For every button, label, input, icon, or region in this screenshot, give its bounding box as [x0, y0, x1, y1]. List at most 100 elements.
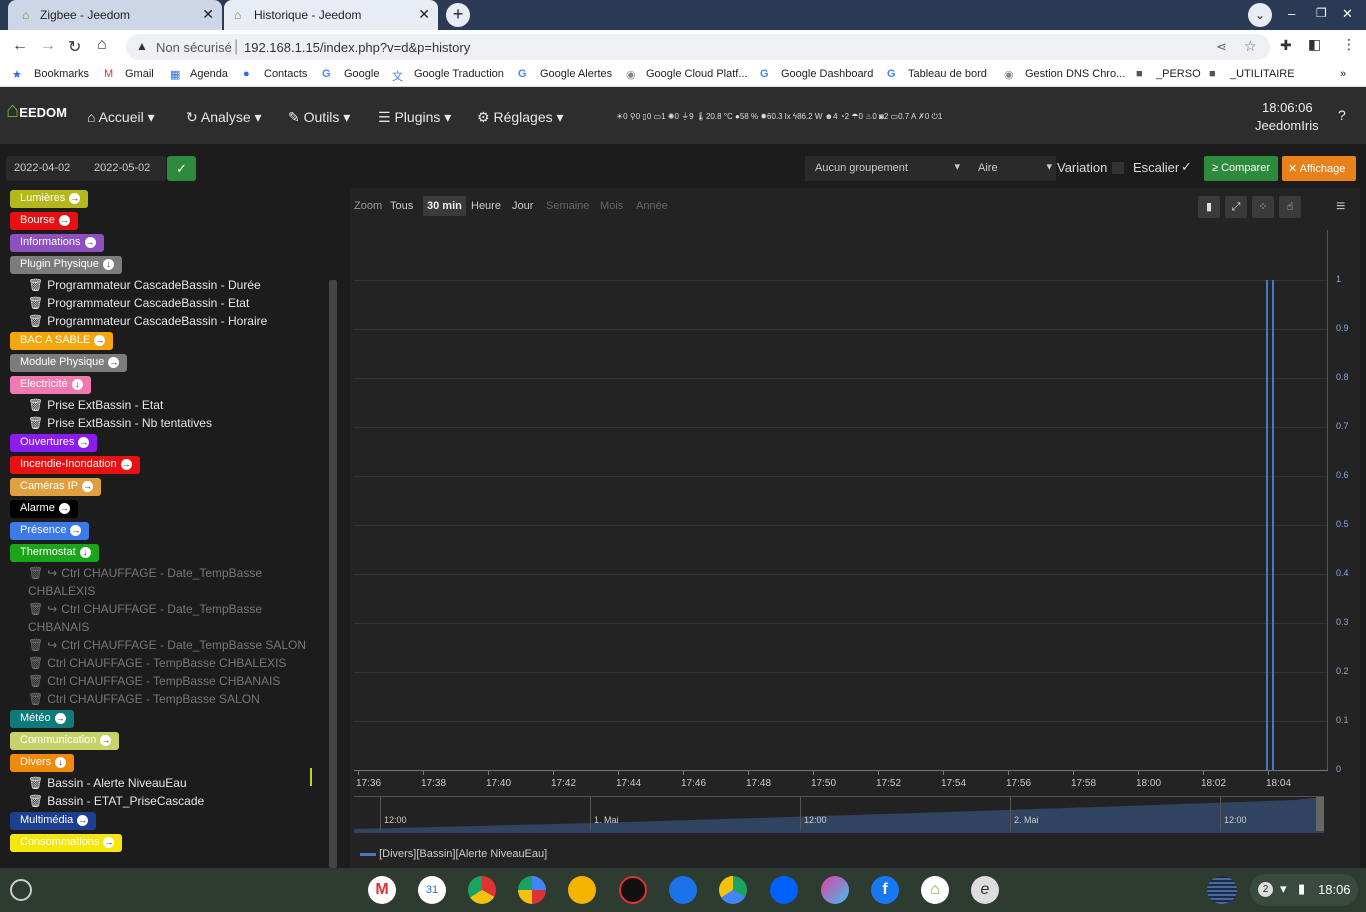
expand-icon[interactable]: ⤢ — [1225, 196, 1247, 218]
chart-type-select[interactable]: Aire ▾ — [968, 156, 1056, 181]
sidebar-command-item[interactable]: 🗑 Programmateur CascadeBassin - Durée — [28, 278, 261, 292]
chart-menu-icon[interactable]: ≡ — [1336, 198, 1345, 216]
zoom-month-button[interactable]: Mois — [600, 200, 623, 212]
sidebar-command-item[interactable]: 🗑 Ctrl CHAUFFAGE - TempBasse CHBALEXIS — [28, 656, 286, 670]
sidebar-group-button[interactable]: Divers ↓ — [10, 754, 75, 772]
sidebar-command-item[interactable]: 🗑 Ctrl CHAUFFAGE - TempBasse SALON — [28, 692, 260, 706]
navigator-handle[interactable] — [1316, 797, 1324, 831]
menu-analyse[interactable]: ↻ Analyse ▾ — [186, 109, 262, 126]
bookmark-item[interactable]: Tableau de bord — [908, 68, 987, 80]
date-start-input[interactable]: 2022-04-02 — [14, 162, 70, 174]
sidebar-command-item[interactable]: 🗑 ↪ Ctrl CHAUFFAGE - Date_TempBasse — [28, 566, 262, 580]
share-icon[interactable]: ⋖ — [1216, 39, 1227, 55]
sidebar-scrollbar[interactable] — [329, 280, 337, 868]
trash-icon[interactable]: 🗑 — [28, 314, 43, 328]
chrome-icon[interactable] — [468, 876, 496, 904]
bookmark-folder[interactable]: _UTILITAIRE — [1230, 68, 1295, 80]
reload-icon[interactable]: ↻ — [68, 37, 81, 57]
close-window-icon[interactable]: ✕ — [1342, 6, 1353, 22]
more-bookmarks-icon[interactable]: » — [1340, 68, 1346, 80]
sidebar-command-item[interactable]: 🗑 Bassin - ETAT_PriseCascade — [28, 794, 204, 808]
jeedom-logo[interactable]: ⌂EEDOM — [6, 97, 67, 123]
tab-search-icon[interactable]: ⌄ — [1248, 3, 1272, 27]
keep-icon[interactable] — [568, 876, 596, 904]
zoom-week-button[interactable]: Semaine — [546, 200, 589, 212]
trash-icon[interactable]: 🗑 — [28, 416, 43, 430]
browser-tab[interactable]: ⌂ Zigbee - Jeedom ✕ — [8, 0, 222, 30]
drive-icon[interactable] — [719, 876, 747, 904]
url-text[interactable]: 192.168.1.15/index.php?v=d&p=history — [244, 40, 470, 55]
sidebar-command-item[interactable]: 🗑 Bassin - Alerte NiveauEau — [28, 776, 187, 790]
legend-item[interactable]: [Divers][Bassin][Alerte NiveauEau] — [360, 848, 547, 860]
zoom-hour-button[interactable]: Heure — [471, 200, 501, 212]
help-icon[interactable]: ? — [1338, 107, 1346, 123]
sidebar-group-button[interactable]: Informations → — [10, 234, 104, 252]
side-panel-icon[interactable]: ◧ — [1308, 36, 1321, 53]
app-e-icon[interactable]: e — [971, 876, 999, 904]
sidebar-group-button[interactable]: Incendie-Inondation → — [10, 456, 140, 474]
status-summary[interactable]: ☀0 ⚲0 ▯0 ▭1 ✺0 ⏚9 🌡20.8 °C ●58 % ✹60.3 l… — [616, 111, 942, 122]
split-icon[interactable]: ▮ — [1198, 196, 1220, 218]
new-tab-button[interactable]: + — [446, 3, 470, 27]
sidebar-command-item[interactable]: 🗑 Prise ExtBassin - Etat — [28, 398, 163, 412]
user-name[interactable]: JeedomIris — [1255, 118, 1319, 133]
address-bar[interactable]: ▲ Non sécurisé | 192.168.1.15/index.php?… — [126, 34, 1270, 60]
sidebar-group-button[interactable]: Présence → — [10, 522, 90, 540]
system-tray[interactable]: 2 ▾ ▮ 18:06 — [1250, 874, 1358, 906]
bookmark-star-icon[interactable]: ☆ — [1244, 38, 1257, 55]
trash-icon[interactable]: 🗑 — [28, 398, 43, 412]
bookmark-item[interactable]: Google Dashboard — [781, 68, 873, 80]
trash-icon[interactable]: 🗑 — [28, 674, 43, 688]
sidebar-group-button[interactable]: Caméras IP → — [10, 478, 102, 496]
close-tab-icon[interactable]: ✕ — [202, 6, 214, 23]
minimize-icon[interactable]: – — [1288, 6, 1295, 21]
sidebar-group-button[interactable]: Thermostat ↓ — [10, 544, 99, 562]
forward-icon[interactable]: → — [40, 37, 56, 55]
trash-icon[interactable]: 🗑 — [28, 794, 43, 808]
facebook-icon[interactable]: f — [871, 876, 899, 904]
sidebar-command-item[interactable]: 🗑 ↪ Ctrl CHAUFFAGE - Date_TempBasse SALON — [28, 638, 306, 652]
bookmark-item[interactable]: Google Traduction — [414, 68, 504, 80]
date-end-input[interactable]: 2022-05-02 — [94, 162, 150, 174]
variation-checkbox[interactable] — [1112, 162, 1124, 174]
hand-pointer-icon[interactable]: ☝ — [1279, 196, 1301, 218]
sidebar-group-button[interactable]: Bourse → — [10, 212, 78, 230]
trash-icon[interactable]: 🗑 — [28, 296, 43, 310]
sidebar-command-item[interactable]: CHBANAIS — [28, 620, 89, 634]
sidebar-group-button[interactable]: Météo → — [10, 710, 74, 728]
jeedom-app-icon[interactable]: ⌂ — [921, 876, 949, 904]
menu-accueil[interactable]: ⌂ Accueil ▾ — [87, 109, 155, 126]
grouping-select[interactable]: Aucun groupement ▾ — [805, 156, 968, 181]
tele-loisirs-icon[interactable] — [619, 876, 647, 904]
sidebar-command-item[interactable]: 🗑 ↪ Ctrl CHAUFFAGE - Date_TempBasse — [28, 602, 262, 616]
sidebar-command-item[interactable]: 🗑 Ctrl CHAUFFAGE - TempBasse CHBANAIS — [28, 674, 280, 688]
sidebar-group-button[interactable]: Alarme → — [10, 500, 78, 518]
sidebar-group-button[interactable]: Electricité ↓ — [10, 376, 91, 394]
gmail-icon[interactable]: M — [368, 876, 396, 904]
series-pulse[interactable] — [1266, 280, 1268, 770]
menu-plugins[interactable]: ☰ Plugins ▾ — [378, 109, 451, 126]
sidebar-group-button[interactable]: Plugin Physique ↓ — [10, 256, 122, 274]
sidebar-group-button[interactable]: Communication → — [10, 732, 120, 750]
restore-icon[interactable]: ❐ — [1316, 6, 1327, 20]
sidebar-group-button[interactable]: Multimédia → — [10, 812, 97, 830]
trash-icon[interactable]: 🗑 — [28, 638, 43, 652]
zoom-all-button[interactable]: Tous — [390, 200, 413, 212]
dropbox-icon[interactable] — [770, 876, 798, 904]
browser-tab-active[interactable]: ⌂ Historique - Jeedom ✕ — [224, 0, 438, 30]
display-button[interactable]: ✕ Affichage — [1282, 156, 1356, 181]
series-pulse[interactable] — [1272, 280, 1274, 770]
trash-icon[interactable]: 🗑 — [28, 776, 43, 790]
sidebar-command-item[interactable]: 🗑 Prise ExtBassin - Nb tentatives — [28, 416, 212, 430]
zoom-30min-button[interactable]: 30 min — [423, 196, 466, 216]
sidebar-group-button[interactable]: Ouvertures → — [10, 434, 98, 452]
trash-icon[interactable]: 🗑 — [28, 692, 43, 706]
sidebar-group-button[interactable]: Module Physique → — [10, 354, 128, 372]
trash-icon[interactable]: 🗑 — [28, 566, 43, 580]
sidebar-command-item[interactable]: 🗑 Programmateur CascadeBassin - Etat — [28, 296, 249, 310]
chrome-menu-icon[interactable]: ⋮ — [1342, 36, 1356, 53]
extensions-icon[interactable]: ✚ — [1280, 37, 1292, 54]
validate-dates-button[interactable]: ✓ — [167, 156, 196, 181]
bookmark-item[interactable]: Gmail — [125, 68, 154, 80]
share-arrow-icon[interactable]: ↪ — [47, 566, 57, 580]
